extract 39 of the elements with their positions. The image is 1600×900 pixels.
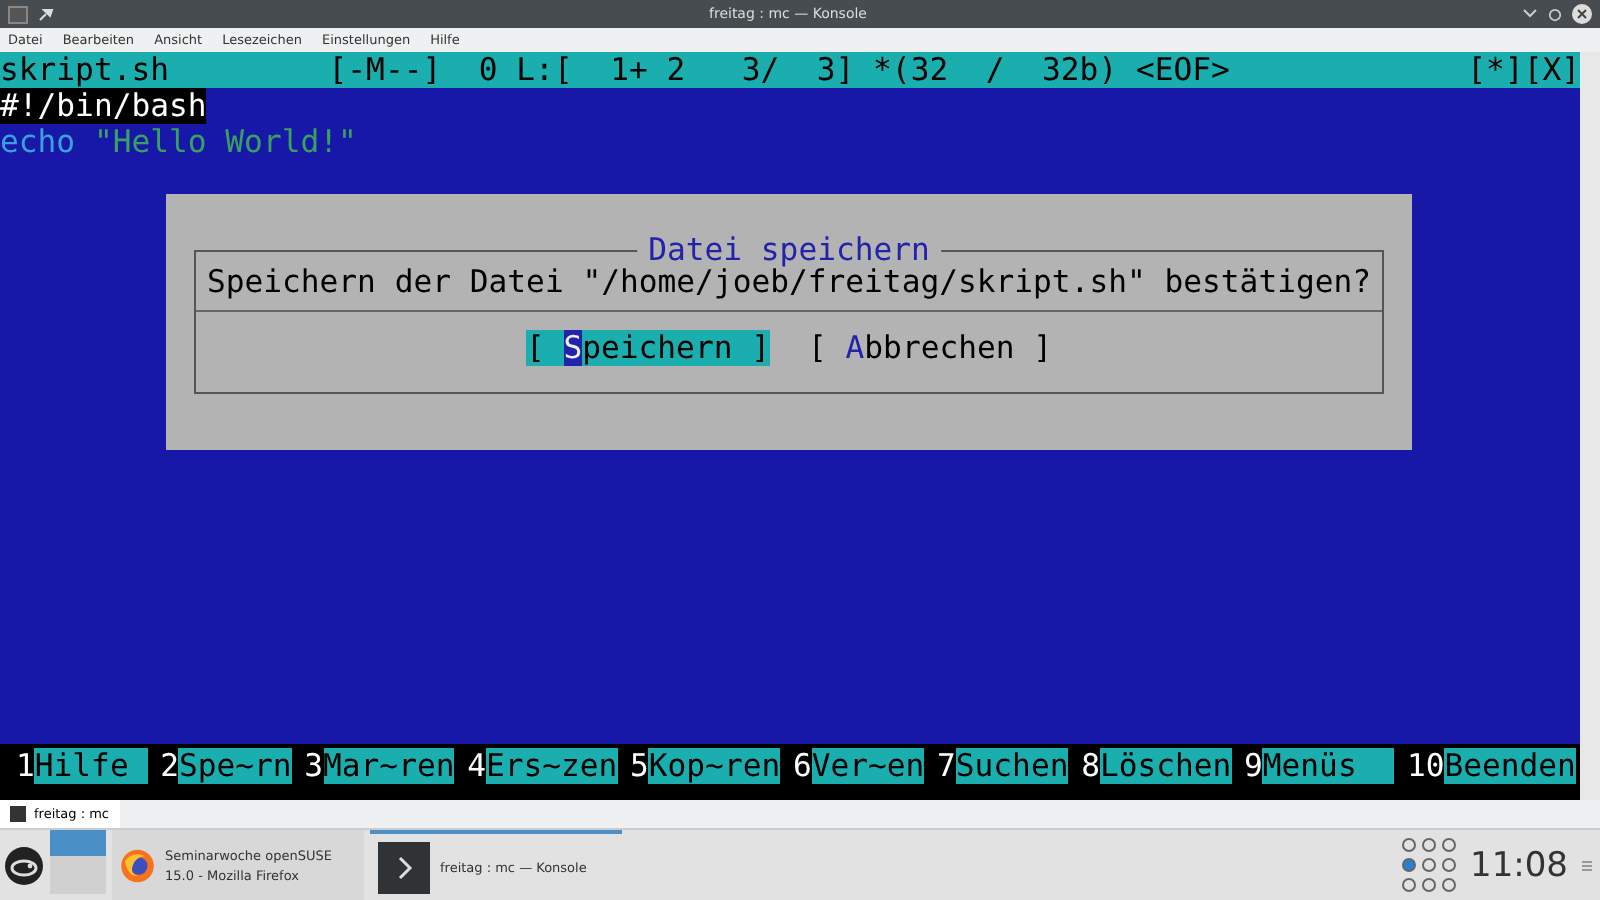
clock[interactable]: 11:08 [1470, 845, 1568, 885]
function-key[interactable]: Menüs [1262, 748, 1395, 784]
key-number: 4 [467, 748, 486, 784]
code-text: echo [0, 124, 78, 160]
function-key[interactable]: Ers~zen [485, 748, 618, 784]
status-text: [-M--] 0 L:[ 1+ 2 3/ 3] *(32 / 32b) <EOF> [328, 52, 1232, 88]
scrollbar[interactable] [1580, 52, 1600, 800]
terminal-icon [10, 806, 26, 822]
function-key[interactable]: Ver~en [811, 748, 925, 784]
prompt-icon [378, 841, 430, 893]
key-number: 8 [1081, 748, 1100, 784]
key-number: 7 [937, 748, 956, 784]
code-text: #!/bin/bash [0, 88, 207, 124]
key-number: 6 [792, 748, 812, 784]
dialog-message: Speichern der Datei "/home/joeb/freitag/skript.sh" bestätigen? [206, 264, 1372, 300]
key-number: 2 [160, 748, 179, 784]
key-number: 5 [630, 748, 649, 784]
function-key[interactable]: Suchen [955, 748, 1069, 784]
dialog-button[interactable]: [ Abbrechen ] [808, 330, 1053, 366]
file-name: skript.sh [0, 52, 171, 88]
terminal-icon [8, 5, 28, 23]
launcher-icon[interactable] [4, 845, 44, 885]
function-key[interactable]: Hilfe [34, 748, 148, 784]
dialog-button[interactable]: [ Speichern ] [525, 330, 770, 366]
function-key[interactable]: Mar~ren [323, 748, 455, 784]
function-key[interactable]: Löschen [1099, 748, 1232, 784]
function-key[interactable]: Kop~ren [648, 748, 781, 784]
close-icon[interactable] [1572, 4, 1592, 24]
code-text: "Hello World!" [93, 124, 357, 160]
function-key[interactable]: Spe~rn [178, 748, 292, 784]
window-flags: [*][X] [1467, 52, 1580, 88]
ring-icon[interactable] [1548, 7, 1562, 21]
dialog-title: Datei speichern [636, 232, 942, 268]
key-number: 9 [1244, 748, 1263, 784]
key-number: 3 [304, 748, 324, 784]
function-key[interactable]: Beenden [1444, 748, 1576, 784]
key-number: 1 [16, 748, 35, 784]
chevron-down-icon[interactable] [1522, 8, 1538, 20]
key-number: 10 [1406, 748, 1445, 784]
